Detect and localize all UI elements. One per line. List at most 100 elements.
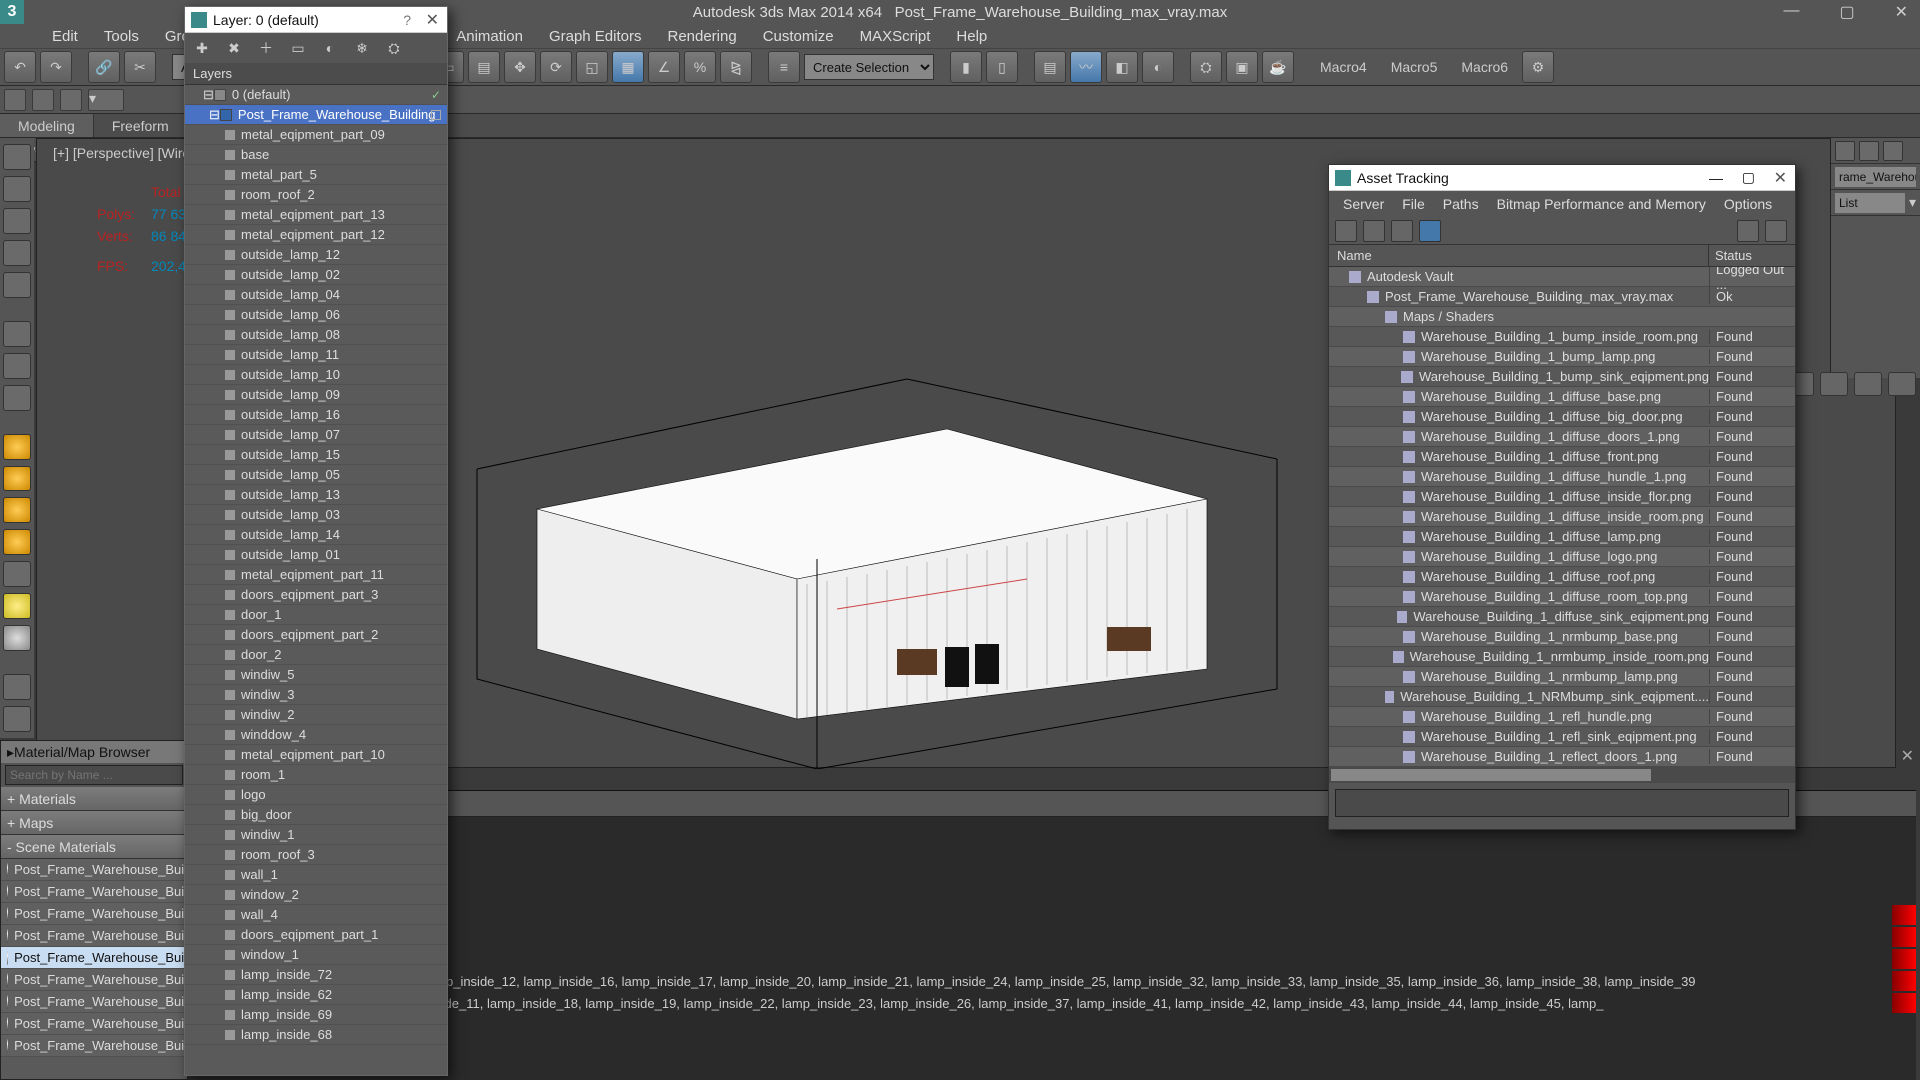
layer-item[interactable]: outside_lamp_14 — [185, 525, 447, 545]
redo-button[interactable]: ↷ — [40, 51, 72, 83]
asset-row[interactable]: Warehouse_Building_1_reflect_doors_1.png… — [1329, 747, 1795, 767]
tab-freeform[interactable]: Freeform — [94, 114, 188, 137]
scene-material-item[interactable]: Post_Frame_Warehouse_Buil — [1, 859, 187, 881]
layer-item[interactable]: room_roof_2 — [185, 185, 447, 205]
asset-row[interactable]: Warehouse_Building_1_nrmbump_lamp.pngFou… — [1329, 667, 1795, 687]
macro-5[interactable]: Macro5 — [1381, 59, 1448, 75]
asset-row[interactable]: Maps / Shaders — [1329, 307, 1795, 327]
align-button[interactable]: ≡ — [768, 51, 800, 83]
layer-select-icon[interactable]: ▭ — [287, 37, 309, 59]
layer-delete-icon[interactable]: ✖ — [223, 37, 245, 59]
vp-orbit-icon[interactable] — [1854, 372, 1882, 396]
layer-item[interactable]: outside_lamp_13 — [185, 485, 447, 505]
macro-6[interactable]: Macro6 — [1451, 59, 1518, 75]
macro-settings[interactable]: ⚙ — [1522, 51, 1554, 83]
ls-camera-icon[interactable] — [3, 176, 31, 202]
object-name-field[interactable]: rame_Warehouse — [1835, 167, 1916, 187]
layer-item[interactable]: outside_lamp_03 — [185, 505, 447, 525]
asset-refresh-icon[interactable] — [1335, 220, 1357, 242]
render-setup-button[interactable]: ⛭ — [1190, 51, 1222, 83]
material-editor-button[interactable]: ◐ — [1142, 51, 1174, 83]
menu-help[interactable]: Help — [944, 26, 999, 47]
ls-list-icon[interactable] — [3, 208, 31, 234]
ls-helper-1[interactable] — [3, 321, 31, 347]
layer-item[interactable]: lamp_inside_68 — [185, 1025, 447, 1045]
render-button[interactable]: ☕ — [1262, 51, 1294, 83]
schematic-button[interactable]: ◧ — [1106, 51, 1138, 83]
layer-item[interactable]: logo — [185, 785, 447, 805]
tab-modeling[interactable]: Modeling — [0, 114, 94, 137]
ls-systems-icon[interactable] — [3, 674, 31, 700]
macro-4[interactable]: Macro4 — [1310, 59, 1377, 75]
menu-graph-editors[interactable]: Graph Editors — [537, 26, 654, 47]
minimize-button[interactable]: — — [1775, 2, 1807, 22]
layer-item[interactable]: doors_eqipment_part_2 — [185, 625, 447, 645]
toggle-2[interactable]: ▯ — [986, 51, 1018, 83]
ls-cylinder-icon[interactable] — [3, 497, 31, 523]
link-button[interactable]: 🔗 — [88, 51, 120, 83]
mirror-button[interactable]: ⧎ — [720, 51, 752, 83]
named-selection[interactable]: Create Selection Se — [804, 54, 934, 80]
ls-select-icon[interactable] — [3, 144, 31, 170]
layer-item[interactable]: room_1 — [185, 765, 447, 785]
layer-item[interactable]: metal_eqipment_part_10 — [185, 745, 447, 765]
ls-helper-2[interactable] — [3, 353, 31, 379]
col-status[interactable]: Status — [1709, 245, 1795, 266]
asset-view3-icon[interactable] — [1419, 220, 1441, 242]
ls-script-icon[interactable] — [3, 706, 31, 732]
menu-customize[interactable]: Customize — [751, 26, 846, 47]
ls-light-point-icon[interactable] — [3, 593, 31, 619]
ls-box-icon[interactable] — [3, 434, 31, 460]
asset-view2-icon[interactable] — [1391, 220, 1413, 242]
material-browser-title[interactable]: ▸ Material/Map Browser — [1, 741, 187, 763]
layer-item[interactable]: outside_lamp_10 — [185, 365, 447, 385]
layer-selected[interactable]: ⊟ Post_Frame_Warehouse_Building — [185, 105, 447, 125]
asset-row[interactable]: Warehouse_Building_1_bump_sink_eqipment.… — [1329, 367, 1795, 387]
asset-row[interactable]: Post_Frame_Warehouse_Building_max_vray.m… — [1329, 287, 1795, 307]
scene-material-item[interactable]: Post_Frame_Warehouse_Buil — [1, 925, 187, 947]
render-frame-button[interactable]: ▣ — [1226, 51, 1258, 83]
undo-button[interactable]: ↶ — [4, 51, 36, 83]
menu-maxscript[interactable]: MAXScript — [848, 26, 943, 47]
asset-settings-icon[interactable] — [1765, 220, 1787, 242]
asset-row[interactable]: Warehouse_Building_1_bump_lamp.pngFound — [1329, 347, 1795, 367]
asset-row[interactable]: Warehouse_Building_1_diffuse_front.pngFo… — [1329, 447, 1795, 467]
ls-grid-icon[interactable] — [3, 240, 31, 266]
asset-close-button[interactable]: ✕ — [1774, 168, 1787, 188]
asset-row[interactable]: Warehouse_Building_1_diffuse_lamp.pngFou… — [1329, 527, 1795, 547]
layer-item[interactable]: outside_lamp_09 — [185, 385, 447, 405]
layer-dialog[interactable]: Layer: 0 (default) ? ✕ ✚ ✖ ＋ ▭ ◐ ❄ ⛭ Lay… — [184, 6, 448, 1076]
section-maps[interactable]: + Maps — [1, 811, 187, 835]
sec-btn-2[interactable] — [32, 89, 54, 111]
curve-editor-button[interactable]: 〰 — [1070, 51, 1102, 83]
ls-cone-icon[interactable] — [3, 561, 31, 587]
layer-manager-button[interactable]: ▤ — [1034, 51, 1066, 83]
select-name-button[interactable]: ▤ — [468, 51, 500, 83]
layer-item[interactable]: door_2 — [185, 645, 447, 665]
ls-light-icon[interactable] — [3, 272, 31, 298]
asset-tracking-dialog[interactable]: Asset Tracking — ▢ ✕ ServerFilePathsBitm… — [1328, 164, 1796, 830]
panel-close-icon[interactable]: ✕ — [1901, 746, 1914, 766]
menu-animation[interactable]: Animation — [444, 26, 535, 47]
layer-item[interactable]: outside_lamp_06 — [185, 305, 447, 325]
ls-sphere-icon[interactable] — [3, 466, 31, 492]
layer-item[interactable]: lamp_inside_69 — [185, 1005, 447, 1025]
layer-hide-icon[interactable]: ◐ — [319, 37, 341, 59]
layer-item[interactable]: windiw_5 — [185, 665, 447, 685]
asset-row[interactable]: Warehouse_Building_1_diffuse_roof.pngFou… — [1329, 567, 1795, 587]
ls-helper-3[interactable] — [3, 385, 31, 411]
rotate-button[interactable]: ⟳ — [540, 51, 572, 83]
unlink-button[interactable]: ✂ — [124, 51, 156, 83]
ls-spline-icon[interactable] — [3, 529, 31, 555]
material-search-input[interactable] — [5, 765, 183, 785]
sec-btn-1[interactable] — [4, 89, 26, 111]
layer-item[interactable]: outside_lamp_01 — [185, 545, 447, 565]
vp-zoom-icon[interactable] — [1820, 372, 1848, 396]
layer-add-icon[interactable]: ＋ — [255, 37, 277, 59]
layer-item[interactable]: room_roof_3 — [185, 845, 447, 865]
menu-rendering[interactable]: Rendering — [655, 26, 748, 47]
asset-row[interactable]: Warehouse_Building_1_diffuse_big_door.pn… — [1329, 407, 1795, 427]
layer-item[interactable]: outside_lamp_07 — [185, 425, 447, 445]
layer-item[interactable]: doors_eqipment_part_3 — [185, 585, 447, 605]
asset-row[interactable]: Warehouse_Building_1_bump_inside_room.pn… — [1329, 327, 1795, 347]
